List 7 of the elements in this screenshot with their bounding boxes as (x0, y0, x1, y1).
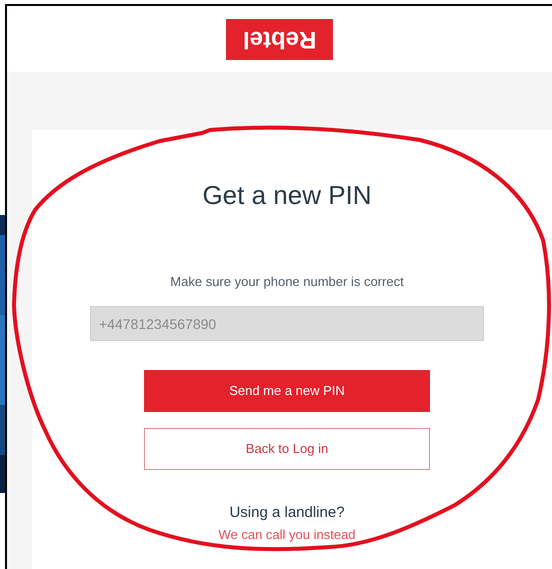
logo: Rebtel (226, 18, 333, 60)
back-button[interactable]: Back to Log in (144, 428, 430, 470)
call-instead-link[interactable]: We can call you instead (218, 527, 356, 543)
page-title: Get a new PIN (202, 180, 372, 210)
send-pin-button[interactable]: Send me a new PIN (144, 370, 430, 412)
landline-question: Using a landline? (229, 504, 345, 522)
instruction-text: Make sure your phone number is correct (170, 274, 404, 290)
